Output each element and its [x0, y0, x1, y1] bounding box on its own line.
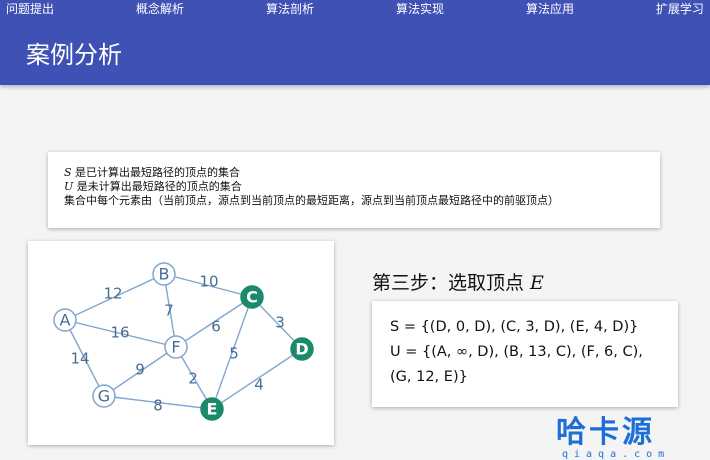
- edge-weight-b-f: 7: [164, 302, 174, 320]
- edge-weight-f-e: 2: [188, 370, 198, 388]
- var-s: S: [64, 166, 72, 179]
- definition-s-text: 是已计算出最短路径的顶点的集合: [71, 166, 241, 179]
- edge-weight-f-g: 9: [135, 361, 145, 379]
- page-header: 案例分析: [0, 18, 710, 85]
- edge-weight-a-f: 16: [110, 324, 129, 342]
- graph-card: 12 16 14 10 7 6 3 5 9 2 8 4 A B C D E F G: [28, 241, 334, 445]
- edge-weight-c-f: 6: [211, 318, 221, 336]
- graph-node-label-e: E: [207, 400, 218, 419]
- step-title-text: 第三步：选取顶点: [372, 272, 531, 294]
- graph-diagram: 12 16 14 10 7 6 3 5 9 2 8 4 A B C D E F G: [53, 262, 314, 421]
- top-nav: 问题提出 概念解析 算法剖析 算法实现 算法应用 扩展学习: [0, 0, 710, 18]
- edge-weight-b-c: 10: [199, 273, 218, 291]
- edge-weight-g-e: 8: [153, 397, 163, 415]
- watermark-brand: 哈卡源: [556, 415, 655, 450]
- page-title: 案例分析: [26, 41, 122, 69]
- definition-s: S 是已计算出最短路径的顶点的集合: [64, 166, 644, 180]
- set-s: S = {(D, 0, D), (C, 3, D), (E, 4, D)}: [390, 319, 639, 335]
- definition-u-text: 是未计算出最短路径的顶点的集合: [73, 180, 242, 193]
- edge-weight-c-e: 5: [229, 345, 239, 363]
- nav-item-implementation[interactable]: 算法实现: [396, 0, 444, 18]
- sets-card: S = {(D, 0, D), (C, 3, D), (E, 4, D)} U …: [372, 301, 678, 407]
- brand-watermark: 哈卡源 qiaqa.com: [556, 415, 670, 460]
- edge-weight-a-g: 14: [70, 350, 89, 368]
- graph-node-label-f: F: [171, 338, 180, 357]
- definition-element: 集合中每个元素由（当前顶点，源点到当前顶点的最短距离，源点到当前顶点最短路径中的…: [64, 194, 559, 207]
- step-title: 第三步：选取顶点 E: [372, 268, 544, 295]
- nav-item-application[interactable]: 算法应用: [526, 0, 574, 18]
- graph-node-label-c: C: [246, 288, 258, 307]
- set-u: U = {(A, ∞, D), (B, 13, C), (F, 6, C), (…: [390, 344, 643, 385]
- watermark-url: qiaqa.com: [562, 449, 670, 460]
- graph-node-label-g: G: [98, 387, 110, 406]
- step-vertex: E: [530, 272, 544, 294]
- graph-node-label-a: A: [60, 311, 71, 330]
- edge-weight-c-d: 3: [275, 314, 285, 332]
- nav-item-extension[interactable]: 扩展学习: [656, 0, 704, 18]
- var-u: U: [64, 180, 74, 193]
- edge-weight-a-b: 12: [103, 285, 122, 303]
- edge-weight-d-e: 4: [254, 376, 264, 394]
- graph-node-label-b: B: [159, 265, 170, 284]
- nav-item-analysis[interactable]: 算法剖析: [266, 0, 314, 18]
- graph-node-label-d: D: [295, 340, 308, 359]
- nav-item-problem[interactable]: 问题提出: [6, 0, 54, 18]
- nav-item-concept[interactable]: 概念解析: [136, 0, 184, 18]
- definition-u: U 是未计算出最短路径的顶点的集合: [64, 180, 644, 194]
- definition-card: S 是已计算出最短路径的顶点的集合 U 是未计算出最短路径的顶点的集合 集合中每…: [48, 152, 660, 228]
